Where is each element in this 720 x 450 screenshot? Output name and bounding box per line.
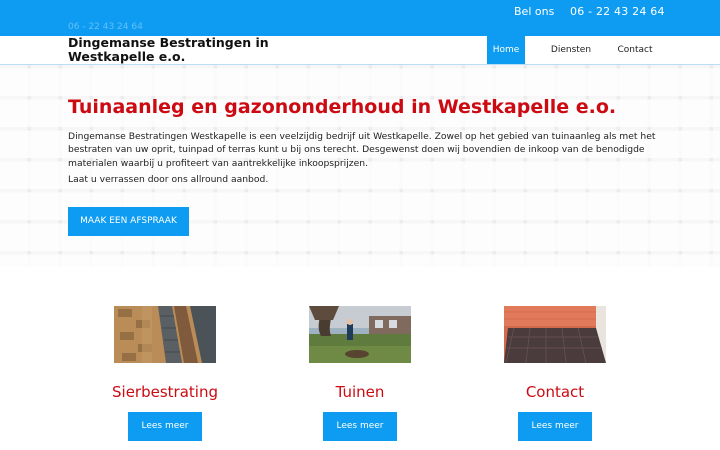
faded-phone-number: 06 - 22 43 24 64	[68, 22, 143, 32]
top-bar: 06 - 22 43 24 64 Bel ons 06 - 22 43 24 6…	[0, 0, 720, 36]
read-more-button[interactable]: Lees meer	[323, 412, 397, 441]
read-more-button[interactable]: Lees meer	[128, 412, 202, 441]
garden-tree-photo[interactable]	[309, 306, 411, 363]
call-us-label: Bel ons	[514, 5, 555, 18]
make-appointment-button[interactable]: Maak een afspraak	[68, 207, 189, 236]
read-more-button[interactable]: Lees meer	[518, 412, 592, 441]
hero-intro-text: Dingemanse Bestratingen Westkapelle is e…	[68, 131, 656, 169]
site-brand[interactable]: Dingemanse Bestratingen in Westkapelle e…	[68, 36, 308, 64]
tiled-terrace-photo[interactable]	[504, 306, 606, 363]
site-header: Dingemanse Bestratingen in Westkapelle e…	[0, 36, 720, 65]
main-nav: Home Diensten Contact	[487, 36, 661, 64]
card-title[interactable]: Contact	[475, 383, 635, 401]
phone-number-link[interactable]: 06 - 22 43 24 64	[570, 5, 665, 18]
paving-stones-photo[interactable]	[114, 306, 216, 363]
hero-tagline: Laat u verrassen door ons allround aanbo…	[68, 174, 269, 185]
nav-home[interactable]: Home	[487, 36, 525, 64]
card-title[interactable]: Sierbestrating	[85, 383, 245, 401]
hero-section: Tuinaanleg en gazononderhoud in Westkape…	[0, 65, 720, 267]
service-cards: Sierbestrating Lees meer Tuinen Lees mee…	[0, 300, 720, 450]
card-title[interactable]: Tuinen	[280, 383, 440, 401]
hero-title: Tuinaanleg en gazononderhoud in Westkape…	[68, 96, 617, 118]
nav-diensten[interactable]: Diensten	[539, 36, 603, 64]
nav-contact[interactable]: Contact	[609, 36, 661, 64]
